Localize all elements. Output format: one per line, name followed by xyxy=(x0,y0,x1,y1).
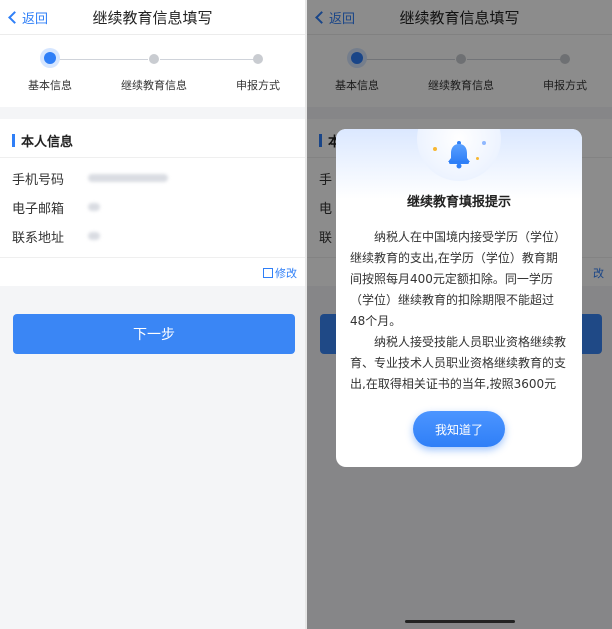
dialog-paragraph: 纳税人接受技能人员职业资格继续教育、专业技术人员职业资格继续教育的支出,在取得相… xyxy=(350,335,567,389)
step-dot-declare xyxy=(253,54,263,64)
sparkle-icon xyxy=(476,157,479,160)
edit-button[interactable]: 修改 xyxy=(263,265,297,281)
step-dot-education xyxy=(149,54,159,64)
step-connector xyxy=(55,59,148,60)
form-screen: 返回 继续教育信息填写 基本信息 继续教育信息 申报方式 本人信息 手机号码 电… xyxy=(0,0,305,629)
email-value-redacted xyxy=(88,203,100,211)
step-label-basic: 基本信息 xyxy=(28,79,72,92)
acknowledge-button[interactable]: 我知道了 xyxy=(413,411,505,447)
page-title: 继续教育信息填写 xyxy=(92,9,213,27)
dialog-paragraph: 纳税人在中国境内接受学历（学位）继续教育的支出,在学历（学位）教育期间按照每月4… xyxy=(350,230,567,328)
address-label: 联系地址 xyxy=(12,231,65,246)
section-title-text: 本人信息 xyxy=(21,135,74,150)
sparkle-icon xyxy=(482,141,486,145)
section-accent-bar xyxy=(12,134,15,147)
home-indicator xyxy=(405,620,515,623)
step-connector xyxy=(160,59,255,60)
next-step-button[interactable]: 下一步 xyxy=(13,314,295,354)
step-label-declare: 申报方式 xyxy=(236,79,280,92)
divider xyxy=(0,157,305,158)
section-title: 本人信息 xyxy=(12,131,73,150)
edit-label: 修改 xyxy=(275,267,297,280)
personal-info-card: 本人信息 手机号码 电子邮箱 联系地址 修改 xyxy=(0,119,305,286)
step-dot-basic xyxy=(44,52,56,64)
progress-stepper: 基本信息 继续教育信息 申报方式 xyxy=(0,35,305,107)
dialog-title: 继续教育填报提示 xyxy=(406,195,511,210)
email-label: 电子邮箱 xyxy=(12,202,65,217)
bell-icon xyxy=(448,141,470,169)
nav-bar: 返回 继续教育信息填写 xyxy=(0,0,305,35)
info-dialog: 继续教育填报提示 纳税人在中国境内接受学历（学位）继续教育的支出,在学历（学位）… xyxy=(336,129,582,467)
divider xyxy=(0,257,305,258)
phone-value-redacted xyxy=(88,174,168,182)
dialog-body[interactable]: 纳税人在中国境内接受学历（学位）继续教育的支出,在学历（学位）教育期间按照每月4… xyxy=(350,227,568,389)
sparkle-icon xyxy=(433,147,437,151)
modal-screen: 返回 继续教育信息填写 基本信息 继续教育信息 申报方式 本 手 电 联 改 继… xyxy=(307,0,612,629)
address-value-redacted xyxy=(88,232,100,240)
step-label-education: 继续教育信息 xyxy=(121,79,187,92)
phone-label: 手机号码 xyxy=(12,173,65,188)
edit-icon xyxy=(263,268,273,278)
